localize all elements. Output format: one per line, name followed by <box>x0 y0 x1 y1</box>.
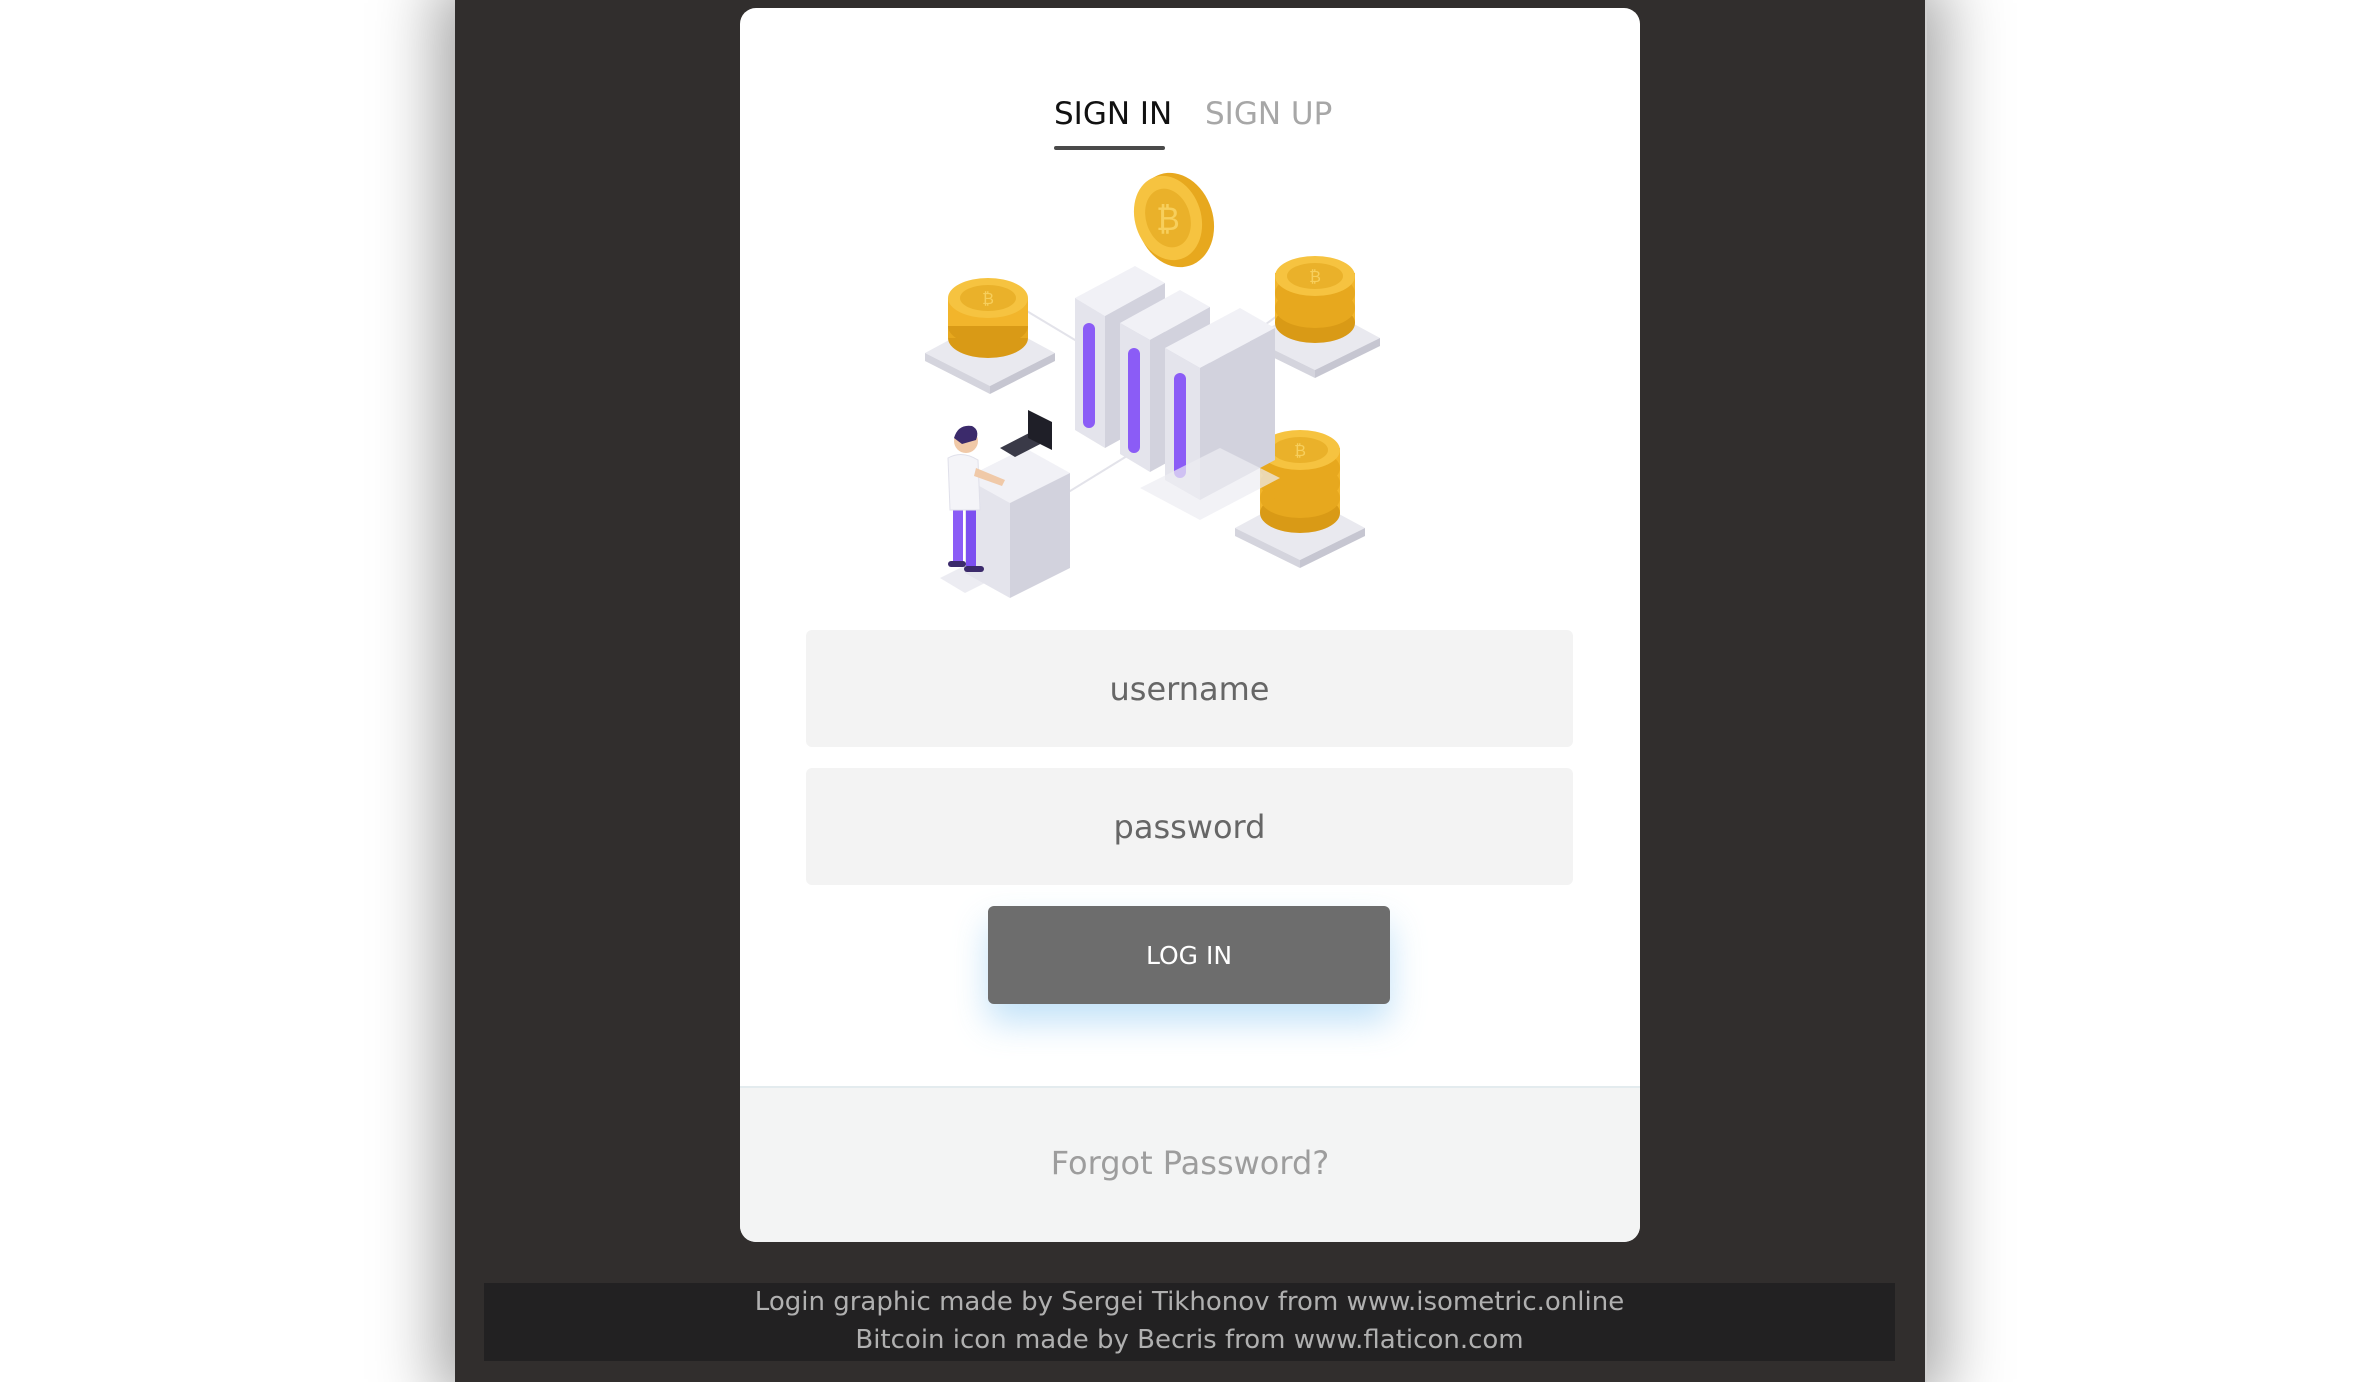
svg-text:₿: ₿ <box>1294 441 1306 460</box>
tab-sign-in[interactable]: SIGN IN <box>1054 96 1172 132</box>
person-at-terminal-icon <box>940 410 1070 598</box>
credits-bar: Login graphic made by Sergei Tikhonov fr… <box>484 1283 1895 1361</box>
svg-text:₿: ₿ <box>1309 267 1321 286</box>
active-tab-indicator <box>1054 146 1165 150</box>
svg-text:₿: ₿ <box>1156 200 1180 238</box>
credit-bitcoin-icon: Bitcoin icon made by Becris from www.fla… <box>855 1325 1524 1355</box>
tab-sign-up[interactable]: SIGN UP <box>1205 96 1332 132</box>
crypto-login-illustration: ₿ ₿ ₿ ₿ <box>925 172 1380 598</box>
server-racks-icon <box>1075 266 1280 520</box>
card-footer: Forgot Password? <box>740 1086 1640 1242</box>
coin-stack-left-icon: ₿ <box>925 278 1055 394</box>
login-card: SIGN IN SIGN UP ₿ ₿ ₿ ₿ username LOG IN … <box>740 8 1640 1242</box>
svg-text:₿: ₿ <box>982 289 994 308</box>
password-field[interactable] <box>806 768 1573 885</box>
log-in-button[interactable]: LOG IN <box>988 906 1390 1004</box>
credit-login-graphic: Login graphic made by Sergei Tikhonov fr… <box>754 1287 1625 1317</box>
bitcoin-coin-icon: ₿ <box>1133 172 1215 268</box>
username-field[interactable] <box>806 630 1573 747</box>
auth-tabs: SIGN IN SIGN UP <box>740 96 1640 156</box>
viewport-edge <box>1925 0 1927 1382</box>
forgot-password-link[interactable]: Forgot Password? <box>740 1144 1640 1182</box>
